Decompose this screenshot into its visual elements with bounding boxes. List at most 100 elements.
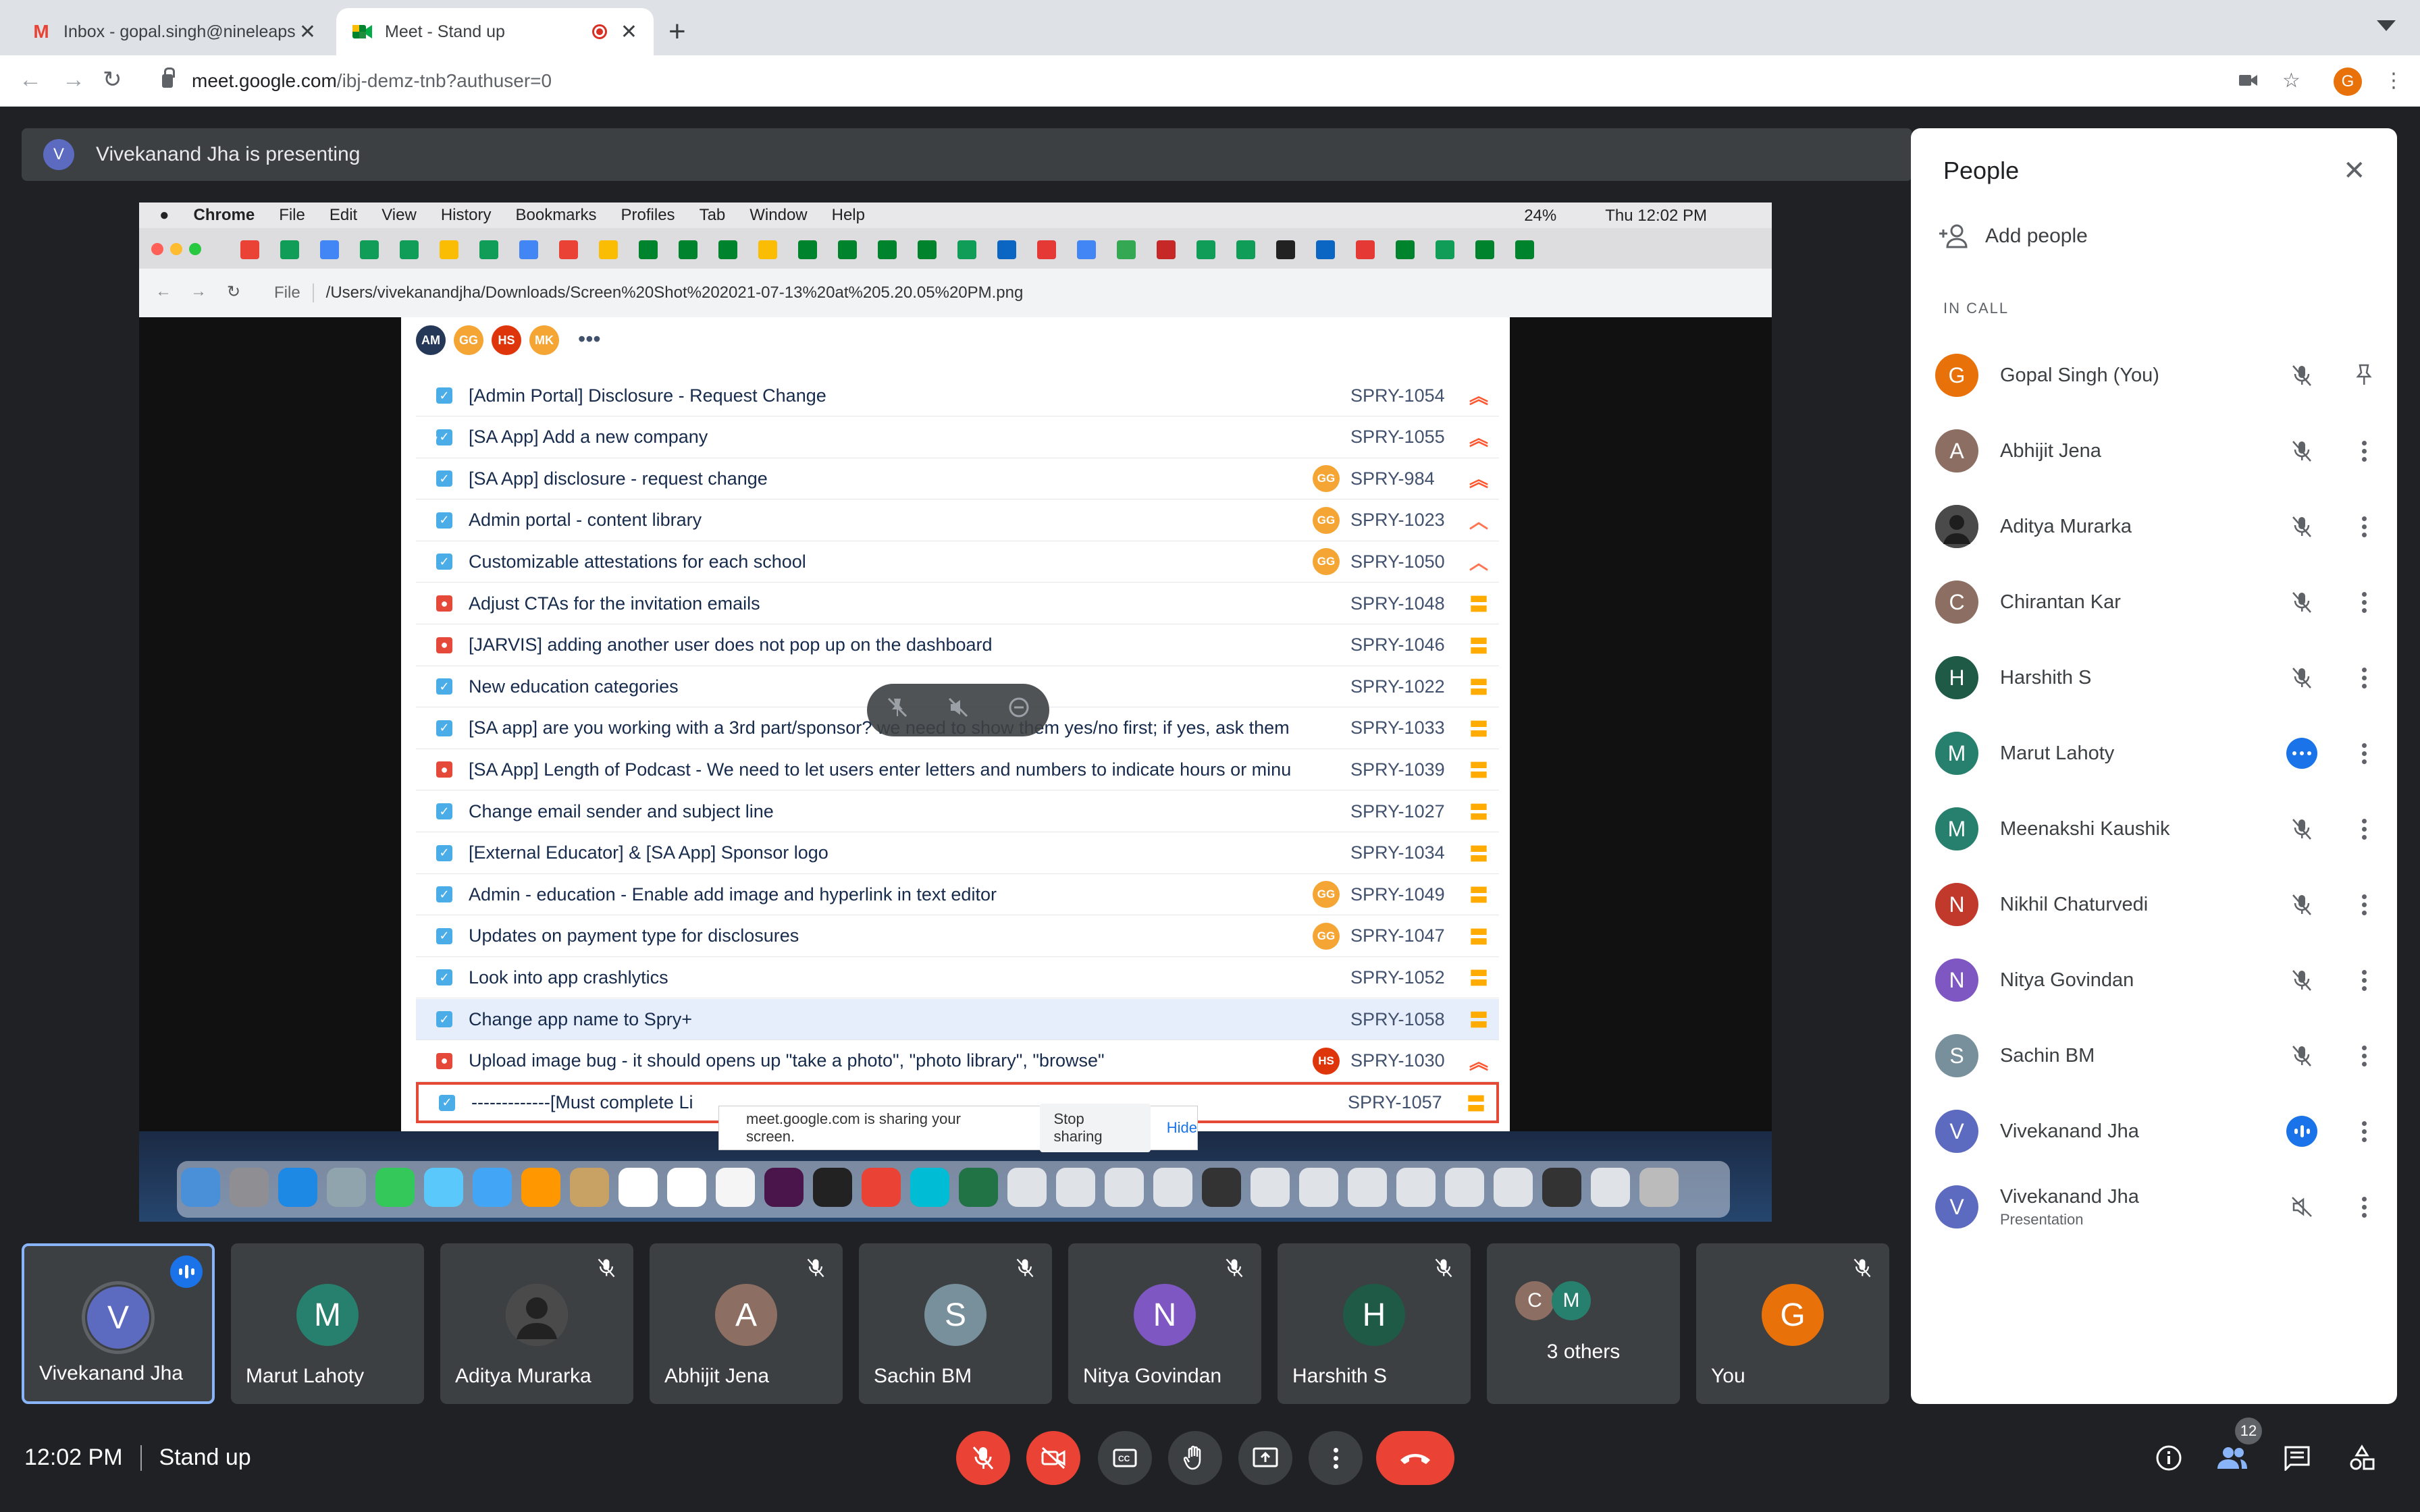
more-options-button[interactable] [2347,434,2381,468]
participant-row[interactable]: G Gopal Singh (You) [1935,342,2381,409]
mic-off-icon [805,1257,826,1278]
participant-row[interactable]: N Nitya Govindan [1935,946,2381,1014]
close-tab-icon[interactable]: ✕ [621,20,637,44]
present-now-button[interactable] [1238,1431,1292,1485]
mute-off-icon[interactable] [947,696,970,725]
tab-meet[interactable]: Meet - Stand up ✕ [336,8,654,55]
participant-tile[interactable]: CM 3 others [1487,1243,1680,1404]
participant-row[interactable]: Aditya Murarka [1935,493,2381,560]
participant-row[interactable]: V Vivekanand Jha [1935,1098,2381,1165]
more-vert-icon [2361,818,2367,840]
participant-row[interactable]: M Meenakshi Kaushik [1935,795,2381,863]
priority-medium-icon: 〓 [1469,802,1488,823]
participant-row[interactable]: H Harshith S [1935,644,2381,711]
browser-menu-icon[interactable]: ⋮ [2384,68,2404,94]
present-screen-icon [1253,1447,1278,1467]
tile-name: Vivekanand Jha [39,1362,183,1384]
more-options-button[interactable] [2347,661,2381,695]
camera-indicator-icon[interactable] [2239,68,2258,94]
participant-tile[interactable]: N Nitya Govindan [1068,1243,1261,1404]
issue-summary: Change app name to Spry+ [469,1008,692,1029]
participant-row[interactable]: C Chirantan Kar [1935,568,2381,636]
address-bar[interactable]: meet.google.com/ibj-demz-tnb?authuser=0 [149,62,2255,100]
more-options-button[interactable] [2347,510,2381,543]
participant-tile[interactable]: A Abhijit Jena [650,1243,843,1404]
participant-row[interactable]: A Abhijit Jena [1935,417,2381,485]
more-options-button[interactable] [2347,1190,2381,1224]
avatar: V [1935,1185,1978,1228]
priority-medium-icon: 〓 [1469,1010,1488,1031]
participant-tile[interactable]: V Vivekanand Jha [22,1243,215,1404]
participant-tile[interactable]: M Marut Lahoty [231,1243,424,1404]
participant-row[interactable]: M Marut Lahoty [1935,720,2381,787]
close-panel-icon[interactable]: ✕ [2343,155,2366,186]
story-checkbox-icon: ✓ [439,1094,455,1111]
back-icon[interactable]: ← [19,65,42,94]
presentation-overlay-controls[interactable] [867,684,1049,736]
speaker-off-icon [2285,1190,2319,1224]
meeting-details-button[interactable] [2151,1440,2186,1476]
participant-tile[interactable]: Aditya Murarka [440,1243,633,1404]
forward-icon[interactable]: → [62,65,85,94]
more-options-button[interactable] [2347,585,2381,619]
issue-row: ● Adjust CTAs for the invitation emails SP… [416,583,1499,624]
issue-key: SPRY-1033 [1350,718,1445,738]
profile-avatar[interactable]: G [2334,68,2362,96]
hide-button[interactable]: Hide [1167,1119,1197,1137]
remove-icon[interactable] [1007,696,1030,725]
avatar: A [715,1284,777,1346]
show-everyone-button[interactable] [2215,1440,2250,1476]
tile-name: You [1711,1365,1745,1387]
tab-search-icon[interactable] [2377,20,2396,31]
issue-summary: Admin portal - content library [469,510,702,531]
url-path: /ibj-demz-tnb?authuser=0 [336,70,552,91]
participant-tile[interactable]: S Sachin BM [859,1243,1052,1404]
leave-call-button[interactable] [1376,1431,1454,1485]
activities-button[interactable] [2344,1440,2379,1476]
avatar: A [1935,429,1978,473]
more-options-button[interactable] [2347,888,2381,921]
tab-inbox[interactable]: M Inbox - gopal.singh@nineleaps ✕ [15,8,332,55]
browser-tab-favicon-icon [1077,240,1096,259]
chat-button[interactable] [2280,1440,2315,1476]
participant-tile[interactable]: G You [1696,1243,1889,1404]
more-options-button[interactable] [2347,812,2381,846]
participant-row[interactable]: V Vivekanand Jha Presentation [1935,1173,2381,1241]
add-people-button[interactable]: Add people [1938,223,2088,250]
microphone-off-button[interactable] [956,1431,1010,1485]
more-options-button[interactable] [2347,736,2381,770]
people-count-badge: 12 [2235,1418,2262,1444]
pin-button[interactable] [2347,358,2381,392]
participant-name: Harshith S [2000,667,2285,689]
captions-button[interactable]: CC [1098,1431,1152,1485]
url-host: meet.google.com [192,70,337,91]
participant-row[interactable]: N Nikhil Chaturvedi [1935,871,2381,938]
browser-tab-favicon-icon [679,240,698,259]
bookmark-star-icon[interactable]: ☆ [2282,68,2300,94]
camera-off-button[interactable] [1026,1431,1080,1485]
avatar: V [1935,1110,1978,1153]
pin-off-icon[interactable] [886,696,909,725]
file-label: File [274,284,300,302]
stop-sharing-button[interactable]: Stop sharing [1040,1104,1151,1152]
more-options-button[interactable] [1309,1431,1363,1485]
more-options-button[interactable] [2347,963,2381,997]
issue-row: ✓ Updates on payment type for disclosures… [416,916,1499,957]
reload-icon[interactable]: ↻ [103,65,122,94]
participant-name: Chirantan Kar [2000,591,2285,614]
close-tab-icon[interactable]: ✕ [299,20,316,44]
more-options-button[interactable] [2347,1114,2381,1148]
clock-text: Thu 12:02 PM [1605,207,1707,225]
dock-app-icon [1105,1168,1144,1207]
issue-row: ✓ [SA App] disclosure - request change GG S… [416,458,1499,500]
more-options-button[interactable] [2347,1039,2381,1073]
dock-app-icon [716,1168,755,1207]
participant-tile[interactable]: H Harshith S [1278,1243,1471,1404]
new-tab-button[interactable]: + [668,15,686,49]
raise-hand-button[interactable] [1168,1431,1222,1485]
browser-tab-favicon-icon [878,240,897,259]
mic-off-icon [1014,1257,1036,1278]
participant-name: Vivekanand Jha [2000,1120,2285,1143]
participant-row[interactable]: S Sachin BM [1935,1022,2381,1089]
mic-off-icon [2285,661,2319,695]
